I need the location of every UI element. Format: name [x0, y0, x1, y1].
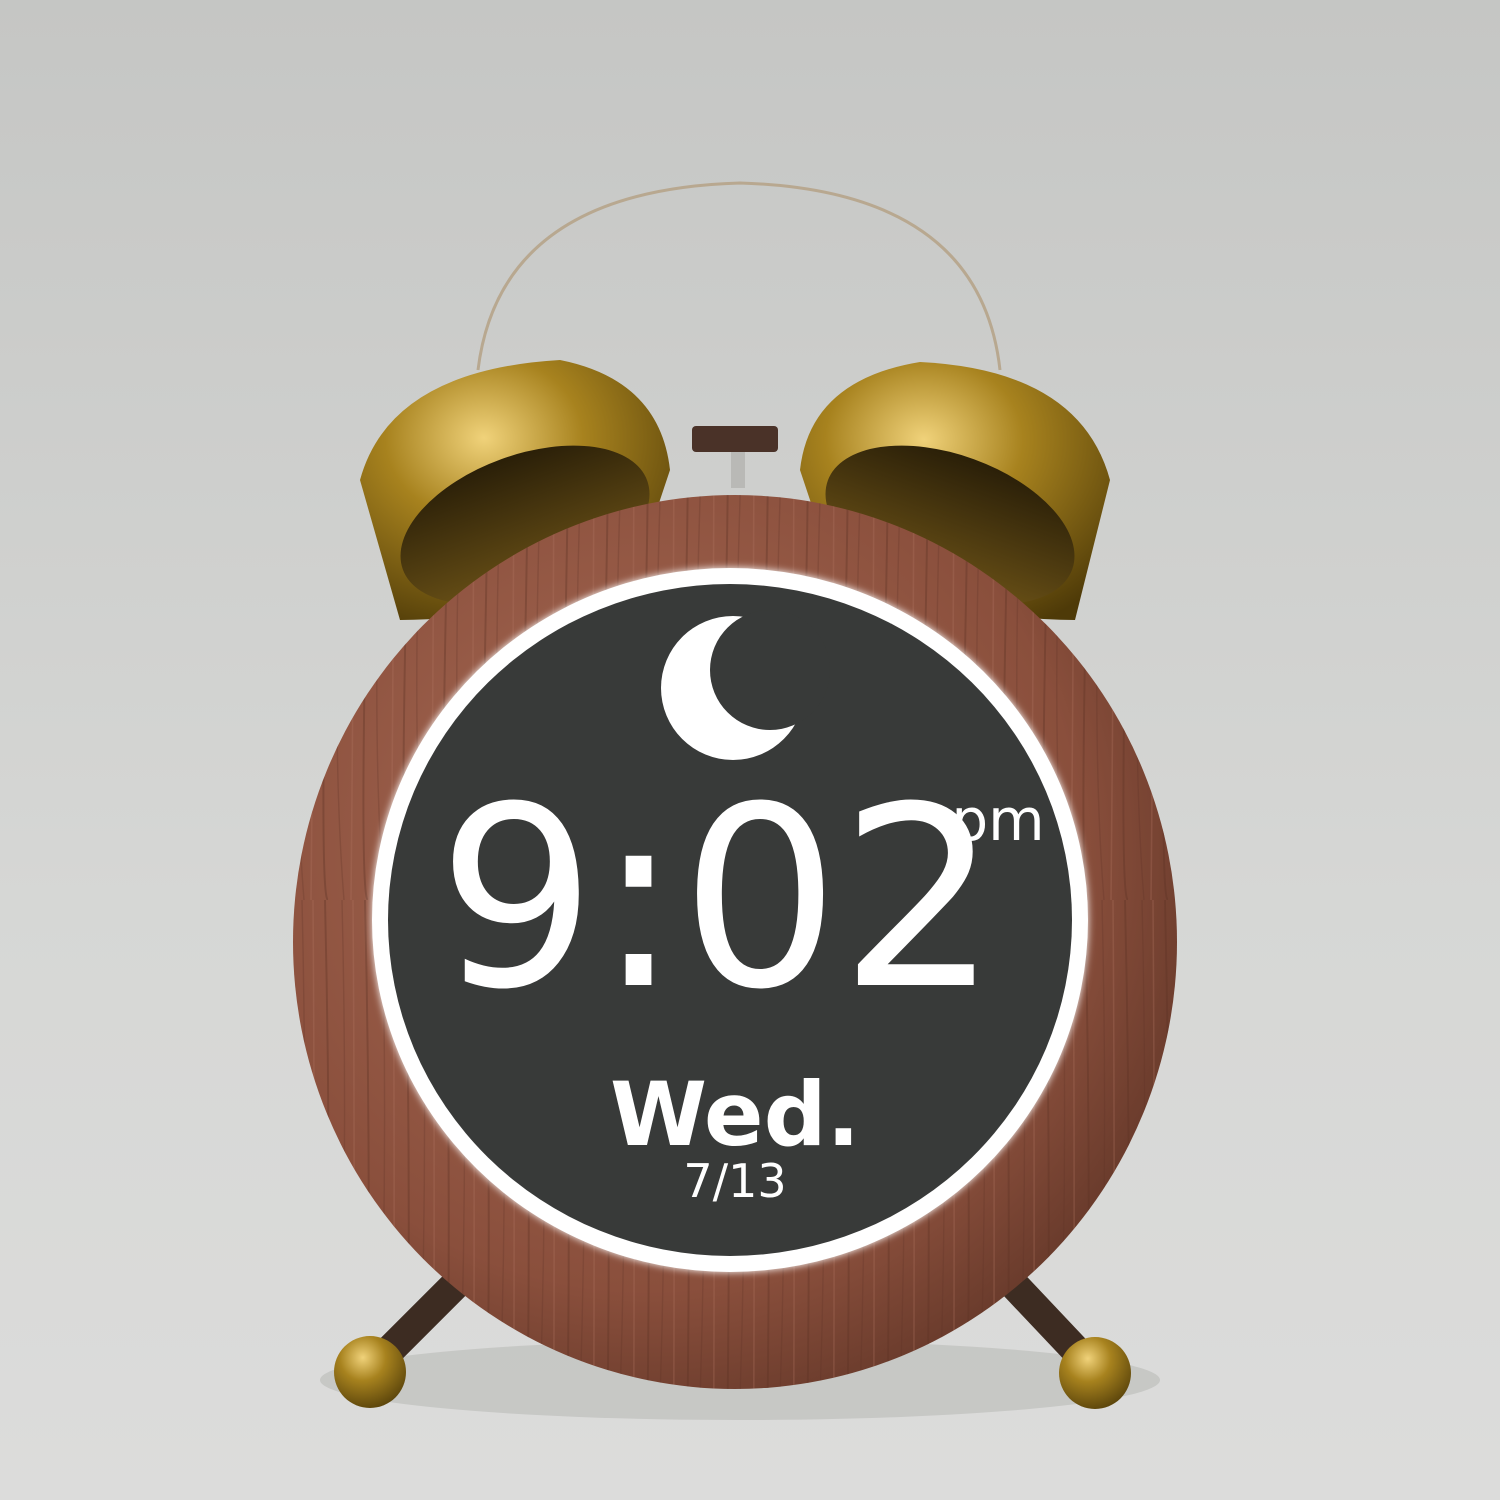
day-label: Wed.	[610, 1063, 860, 1166]
time-display: 9:02	[437, 753, 998, 1044]
right-foot	[1059, 1337, 1131, 1409]
date-label: 7/13	[683, 1154, 786, 1208]
meridiem-label: pm	[951, 786, 1044, 854]
alarm-clock-scene: 9:02 pm Wed. 7/13	[0, 0, 1500, 1500]
left-foot	[334, 1336, 406, 1408]
